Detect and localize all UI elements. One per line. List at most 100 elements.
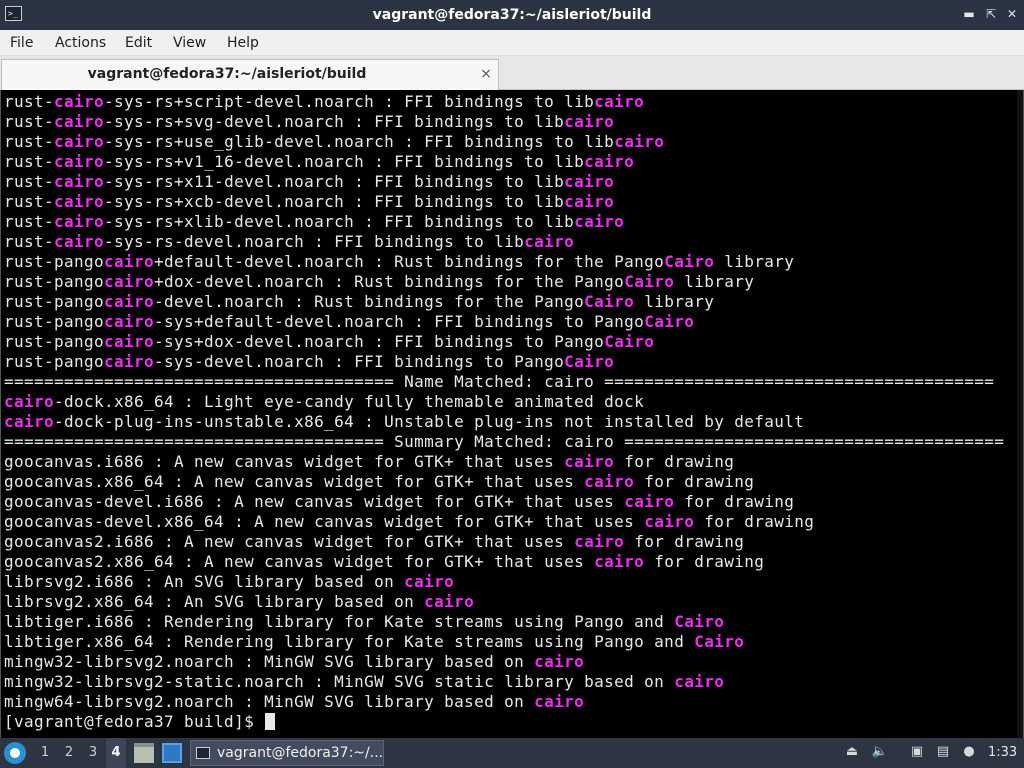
menu-actions[interactable]: Actions: [53, 30, 108, 56]
clock: 1:33: [988, 745, 1018, 760]
terminal-line: rust-pangocairo-devel.noarch : Rust bind…: [4, 292, 1016, 312]
terminal-line: goocanvas.i686 : A new canvas widget for…: [4, 452, 1016, 472]
terminal-line: rust-pangocairo-sys+dox-devel.noarch : F…: [4, 332, 1016, 352]
match-highlight: cairo: [584, 472, 635, 491]
tab-close-icon[interactable]: ×: [478, 66, 494, 82]
minimize-icon[interactable]: ▬: [960, 5, 978, 23]
terminal-line: cairo-dock.x86_64 : Light eye-candy full…: [4, 392, 1016, 412]
terminal-line: cairo-dock-plug-ins-unstable.x86_64 : Un…: [4, 412, 1016, 432]
tab-terminal[interactable]: vagrant@fedora37:~/aisleriot/build ×: [1, 59, 499, 90]
match-highlight: cairo: [564, 452, 615, 471]
terminal-line: rust-pangocairo+default-devel.noarch : R…: [4, 252, 1016, 272]
terminal-line: goocanvas2.i686 : A new canvas widget fo…: [4, 532, 1016, 552]
match-highlight: Cairo: [584, 292, 635, 311]
line-text: for drawing: [614, 452, 735, 471]
clipboard-icon[interactable]: ▤: [934, 743, 952, 761]
workspace-2[interactable]: 2: [59, 738, 79, 768]
window-title: vagrant@fedora37:~/aisleriot/build: [372, 7, 652, 23]
match-highlight: cairo: [424, 592, 475, 611]
terminal-scrollbar[interactable]: [1017, 90, 1023, 738]
line-text: goocanvas-devel.i686 : A new canvas widg…: [4, 492, 625, 511]
line-text: goocanvas.x86_64 : A new canvas widget f…: [4, 472, 585, 491]
maximize-icon[interactable]: ⇱: [982, 5, 1000, 23]
menubar: File Actions Edit View Help: [0, 30, 1024, 56]
match-highlight: cairo: [574, 532, 625, 551]
match-highlight: cairo: [104, 292, 155, 311]
terminal-task-icon: [196, 747, 210, 759]
terminal-line: rust-pangocairo+dox-devel.noarch : Rust …: [4, 272, 1016, 292]
volume-icon[interactable]: 🔈: [871, 743, 889, 761]
terminal-line: ====================================== S…: [4, 432, 1016, 452]
line-text: rust-pango: [4, 312, 105, 331]
match-highlight: cairo: [534, 652, 585, 671]
line-text: mingw32-librsvg2.noarch : MinGW SVG libr…: [4, 652, 535, 671]
workspace-3[interactable]: 3: [83, 738, 103, 768]
terminal-line: mingw32-librsvg2-static.noarch : MinGW S…: [4, 672, 1016, 692]
line-text: rust-pango: [4, 272, 105, 291]
match-highlight: cairo: [614, 132, 665, 151]
match-highlight: cairo: [674, 672, 725, 691]
match-highlight: cairo: [104, 252, 155, 271]
eject-icon[interactable]: ⏏: [843, 743, 861, 761]
match-highlight: cairo: [594, 92, 645, 111]
menu-help[interactable]: Help: [225, 30, 261, 56]
notification-icon[interactable]: ●: [960, 743, 978, 761]
line-text: -devel.noarch : Rust bindings for the Pa…: [154, 292, 585, 311]
terminal-line: ======================================= …: [4, 372, 1016, 392]
match-highlight: cairo: [54, 192, 105, 211]
fedora-menu-icon[interactable]: [4, 742, 26, 764]
line-text: goocanvas-devel.x86_64 : A new canvas wi…: [4, 512, 645, 531]
match-highlight: cairo: [54, 212, 105, 231]
line-text: ====================================== S…: [4, 432, 1005, 451]
match-highlight: Cairo: [624, 272, 675, 291]
line-text: rust-: [4, 172, 55, 191]
shell-prompt[interactable]: [vagrant@fedora37 build]$: [4, 712, 1016, 732]
line-text: rust-: [4, 132, 55, 151]
terminal-line: rust-cairo-sys-rs+v1_16-devel.noarch : F…: [4, 152, 1016, 172]
taskbar-terminal-button[interactable]: vagrant@fedora37:~/...: [190, 740, 384, 766]
line-text: libtiger.i686 : Rendering library for Ka…: [4, 612, 675, 631]
line-text: for drawing: [674, 492, 795, 511]
match-highlight: cairo: [104, 352, 155, 371]
line-text: library: [714, 252, 795, 271]
match-highlight: cairo: [644, 512, 695, 531]
line-text: rust-pango: [4, 252, 105, 271]
files-icon[interactable]: [134, 743, 154, 763]
close-icon[interactable]: ✕: [1003, 5, 1021, 23]
line-text: rust-: [4, 92, 55, 111]
line-text: -sys-rs+script-devel.noarch : FFI bindin…: [104, 92, 595, 111]
match-highlight: cairo: [54, 92, 105, 111]
terminal-line: rust-cairo-sys-rs+x11-devel.noarch : FFI…: [4, 172, 1016, 192]
match-highlight: cairo: [54, 232, 105, 251]
line-text: -sys-rs+v1_16-devel.noarch : FFI binding…: [104, 152, 585, 171]
workspace-1[interactable]: 1: [35, 738, 55, 768]
match-highlight: Cairo: [604, 332, 655, 351]
terminal-output[interactable]: rust-cairo-sys-rs+script-devel.noarch : …: [0, 90, 1024, 738]
line-text: rust-: [4, 232, 55, 251]
taskbar: 1 2 3 4 vagrant@fedora37:~/... ⏏ 🔈 ▣ ▤ ●…: [0, 738, 1024, 768]
line-text: rust-: [4, 212, 55, 231]
menu-edit[interactable]: Edit: [123, 30, 154, 56]
terminal-line: mingw64-librsvg2.noarch : MinGW SVG libr…: [4, 692, 1016, 712]
network-icon[interactable]: ▣: [908, 743, 926, 761]
match-highlight: cairo: [524, 232, 575, 251]
match-highlight: Cairo: [694, 632, 745, 651]
terminal-line: goocanvas-devel.i686 : A new canvas widg…: [4, 492, 1016, 512]
workspace-4[interactable]: 4: [106, 738, 126, 768]
match-highlight: cairo: [584, 152, 635, 171]
line-text: +dox-devel.noarch : Rust bindings for th…: [154, 272, 625, 291]
tab-bar: vagrant@fedora37:~/aisleriot/build ×: [0, 56, 1024, 90]
line-text: for drawing: [624, 532, 745, 551]
terminal-line: goocanvas-devel.x86_64 : A new canvas wi…: [4, 512, 1016, 532]
line-text: -sys-rs+use_glib-devel.noarch : FFI bind…: [104, 132, 615, 151]
menu-view[interactable]: View: [171, 30, 208, 56]
line-text: librsvg2.i686 : An SVG library based on: [4, 572, 405, 591]
menu-file[interactable]: File: [8, 30, 35, 56]
line-text: goocanvas2.x86_64 : A new canvas widget …: [4, 552, 595, 571]
match-highlight: cairo: [624, 492, 675, 511]
match-highlight: cairo: [4, 412, 55, 431]
prompt-text: [vagrant@fedora37 build]$: [4, 712, 265, 731]
window-titlebar: >_ vagrant@fedora37:~/aisleriot/build ▬ …: [0, 0, 1024, 30]
terminal-line: rust-cairo-sys-rs+xlib-devel.noarch : FF…: [4, 212, 1016, 232]
show-desktop-icon[interactable]: [162, 743, 182, 763]
